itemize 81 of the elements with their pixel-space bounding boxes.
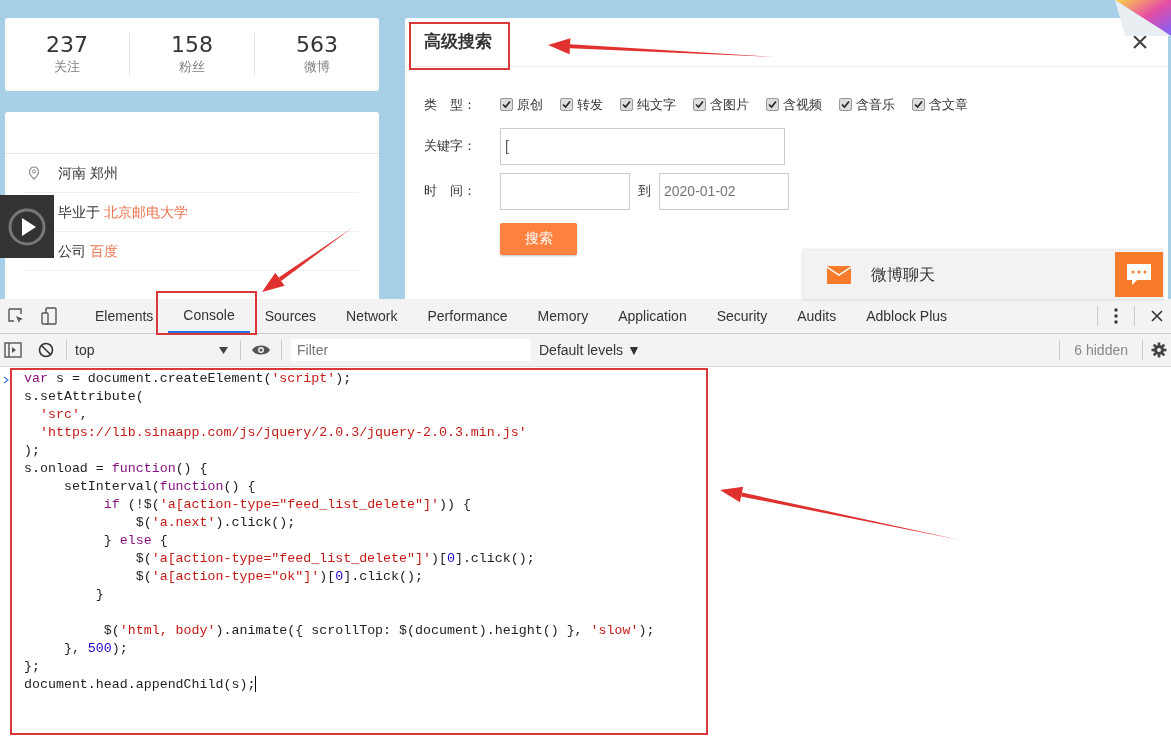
code-line: }; xyxy=(24,658,41,676)
speech-bubble-icon xyxy=(1125,262,1153,287)
eye-icon[interactable] xyxy=(251,344,271,356)
filter-field[interactable]: Filter xyxy=(291,339,531,361)
code-line: s.setAttribute( xyxy=(24,388,145,406)
sidebar-toggle-icon[interactable] xyxy=(4,342,22,358)
checkbox-label: 含视频 xyxy=(783,96,822,114)
profile-info: 毕业于 北京邮电大学 xyxy=(58,202,189,222)
devtools-tab[interactable]: Security xyxy=(701,299,783,333)
checkbox[interactable] xyxy=(560,98,573,112)
chat-widget[interactable]: 微博聊天 xyxy=(803,250,1163,299)
more-options-icon[interactable] xyxy=(1114,308,1118,324)
checkbox[interactable] xyxy=(620,98,633,112)
checkbox-label: 纯文字 xyxy=(637,96,676,114)
code-line: ); xyxy=(24,442,41,460)
code-line: 'https://lib.sinaapp.com/js/jquery/2.0.3/jquery-2.0.3.min.js' xyxy=(38,424,528,442)
field-label: 时 间： xyxy=(424,182,477,201)
code-line: s.onload = function() { xyxy=(24,460,209,478)
stat-count[interactable]: 563 xyxy=(255,32,379,57)
devtools-tab[interactable]: Elements xyxy=(80,299,169,333)
levels-dropdown[interactable]: Default levels ▼ xyxy=(539,339,641,361)
code-line: $('html, body').animate({ scrollTop: $(document).height() }, 'slow'); xyxy=(102,622,656,640)
devtools-tab[interactable]: Network xyxy=(331,299,413,333)
close-icon[interactable] xyxy=(1132,34,1148,50)
profile-location: 河南 郑州 xyxy=(58,163,119,183)
settings-icon[interactable] xyxy=(1151,342,1167,358)
checkbox[interactable] xyxy=(693,98,706,112)
checkbox-label: 含文章 xyxy=(929,96,968,114)
checkbox[interactable] xyxy=(500,98,513,112)
page-corner-icon[interactable] xyxy=(1115,0,1171,36)
field-label: 到 xyxy=(638,182,651,201)
checkbox-label: 转发 xyxy=(577,96,603,114)
device-icon[interactable] xyxy=(41,307,59,325)
location-pin-icon xyxy=(28,166,40,180)
block-icon[interactable] xyxy=(38,342,54,358)
stat-count[interactable]: 158 xyxy=(130,32,254,57)
stat-label[interactable]: 粉丝 xyxy=(130,56,254,77)
stat-count[interactable]: 237 xyxy=(5,32,129,57)
stat-label[interactable]: 微博 xyxy=(255,56,379,77)
checkbox[interactable] xyxy=(912,98,925,112)
code-line: $('a[action-type="feed_list_delete"]')[0].click(); xyxy=(134,550,536,568)
code-line: $('a.next').click(); xyxy=(134,514,297,532)
profile-info: 公司 百度 xyxy=(58,241,119,261)
envelope-icon xyxy=(827,265,851,284)
checkbox-label: 含图片 xyxy=(710,96,749,114)
panel-title: 高级搜索 xyxy=(424,30,492,54)
context-select[interactable]: top xyxy=(67,339,232,361)
code-line: $('a[action-type="ok"]')[0].click(); xyxy=(134,568,424,586)
code-line: }, 500); xyxy=(62,640,129,658)
play-icon xyxy=(7,206,47,247)
code-line: var s = document.createElement('script'); xyxy=(24,370,353,388)
inspect-cursor-icon[interactable] xyxy=(8,307,25,325)
console-prompt-icon xyxy=(3,376,9,384)
close-icon[interactable] xyxy=(1151,310,1163,322)
date-field[interactable]: 2020-01-02 xyxy=(659,172,789,210)
code-line: } else { xyxy=(102,532,169,550)
devtools-tab[interactable]: Console xyxy=(168,299,250,333)
checkbox-label: 含音乐 xyxy=(856,96,895,114)
code-line: document.head.appendChild(s); xyxy=(24,676,258,694)
devtools-tab[interactable]: Sources xyxy=(249,299,332,333)
code-line: setInterval(function() { xyxy=(62,478,257,496)
checkbox-label: 原创 xyxy=(517,96,543,114)
video-play-button[interactable] xyxy=(0,195,54,258)
code-line: if (!$('a[action-type="feed_list_delete"]')) { xyxy=(102,496,472,514)
devtools-tab[interactable]: Adblock Plus xyxy=(851,299,963,333)
code-line: } xyxy=(94,586,105,604)
code-line: 'src', xyxy=(38,406,89,424)
hidden-count: 6 hidden xyxy=(1074,340,1128,360)
devtools-tab[interactable]: Audits xyxy=(782,299,852,333)
field-label: 类 型： xyxy=(424,96,477,114)
checkbox[interactable] xyxy=(766,98,779,112)
checkbox[interactable] xyxy=(839,98,852,112)
caret-icon xyxy=(219,346,228,354)
keyword-field[interactable]: [ xyxy=(500,127,785,165)
devtools-tab[interactable]: Performance xyxy=(412,299,523,333)
date-field[interactable] xyxy=(500,172,630,210)
devtools-tab[interactable]: Memory xyxy=(522,299,604,333)
chat-title: 微博聊天 xyxy=(871,263,935,286)
field-label: 关键字： xyxy=(424,137,477,156)
stat-label[interactable]: 关注 xyxy=(5,56,129,77)
devtools-tab[interactable]: Application xyxy=(603,299,702,333)
